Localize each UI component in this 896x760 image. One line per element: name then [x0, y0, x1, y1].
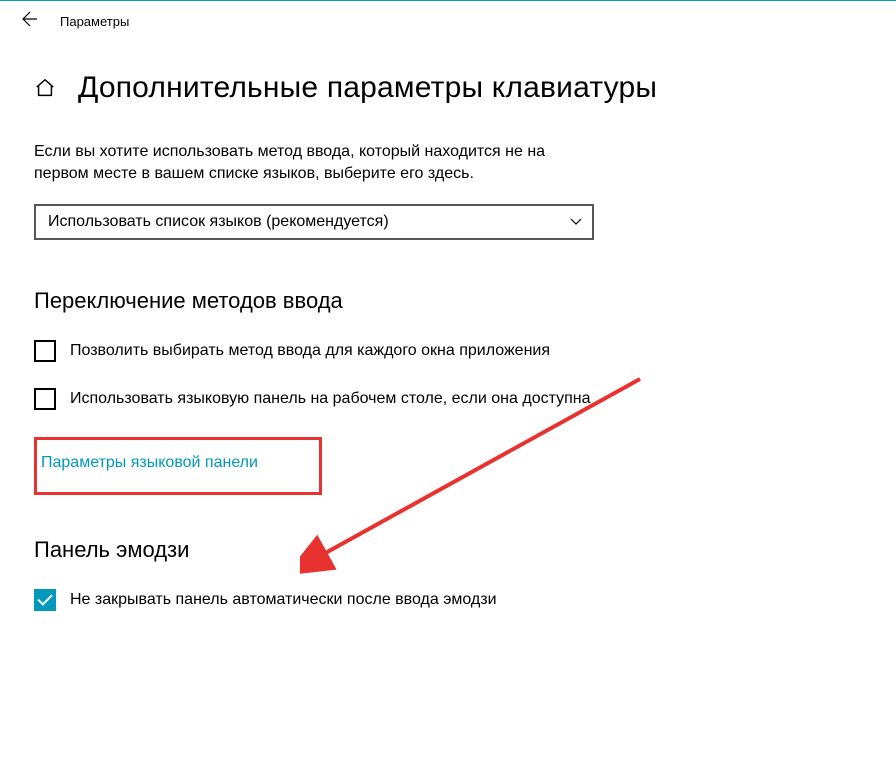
checkbox-langbar[interactable]: [34, 388, 56, 410]
checkbox-emoji-autoclose[interactable]: [34, 589, 56, 611]
chevron-down-icon: [570, 215, 582, 229]
section-title-switching: Переключение методов ввода: [34, 288, 862, 314]
language-bar-options-link[interactable]: Параметры языковой панели: [41, 454, 258, 471]
combo-value: Использовать список языков (рекомендуетс…: [48, 213, 389, 231]
input-method-combo[interactable]: Использовать список языков (рекомендуетс…: [34, 204, 594, 240]
checkbox-per-window[interactable]: [34, 340, 56, 362]
window-title: Параметры: [60, 14, 129, 29]
checkbox-row-langbar: Использовать языковую панель на рабочем …: [34, 388, 594, 410]
section-title-emoji: Панель эмодзи: [34, 537, 862, 563]
checkbox-label-per-window: Позволить выбирать метод ввода для каждо…: [70, 340, 550, 362]
checkbox-row-emoji: Не закрывать панель автоматически после …: [34, 589, 862, 611]
home-button[interactable]: [34, 77, 56, 99]
page-header: Дополнительные параметры клавиатуры: [34, 71, 862, 105]
arrow-left-icon: [22, 11, 38, 27]
titlebar: Параметры: [0, 1, 896, 41]
page-title: Дополнительные параметры клавиатуры: [78, 71, 657, 105]
back-button[interactable]: [12, 5, 48, 38]
checkbox-label-langbar: Использовать языковую панель на рабочем …: [70, 388, 591, 410]
home-icon: [34, 77, 56, 99]
checkbox-label-emoji: Не закрывать панель автоматически после …: [70, 589, 497, 611]
annotation-highlight-box: Параметры языковой панели: [34, 437, 322, 495]
page-description: Если вы хотите использовать метод ввода,…: [34, 141, 564, 186]
content-area: Дополнительные параметры клавиатуры Если…: [0, 41, 896, 611]
checkbox-row-per-window: Позволить выбирать метод ввода для каждо…: [34, 340, 594, 362]
